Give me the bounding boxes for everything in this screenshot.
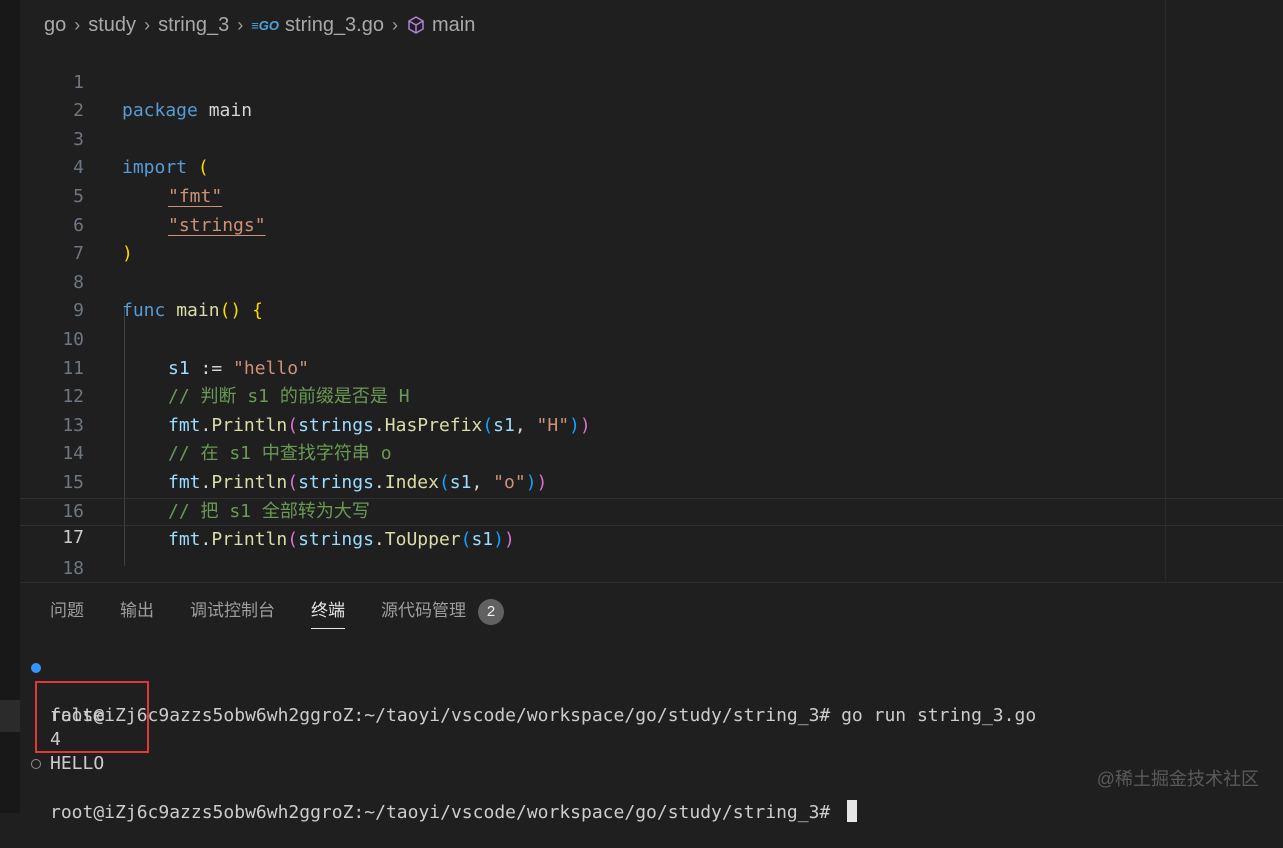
code-line[interactable]: 13 // 在 s1 中查找字符串 o — [20, 383, 1283, 465]
breadcrumb-item-study[interactable]: study — [88, 14, 136, 37]
breadcrumb-item-string-3[interactable]: string_3 — [158, 14, 229, 37]
chevron-right-icon: › — [74, 14, 81, 35]
code-line[interactable]: 1 package main — [20, 40, 1283, 122]
terminal-output[interactable]: root@iZj6c9azzs5obw6wh2ggroZ:~/taoyi/vsc… — [20, 656, 1283, 823]
watermark: @稀土掘金技术社区 — [1096, 769, 1259, 789]
code-line[interactable]: 11 // 判断 s1 的前缀是否是 H — [20, 326, 1283, 408]
panel-tabs: 问题 输出 调试控制台 终端 源代码管理 2 — [50, 597, 504, 629]
terminal-line: HELLO — [20, 728, 1283, 774]
code-line[interactable]: 12 fmt.Println(strings.HasPrefix(s1, "H"… — [20, 355, 1283, 436]
code-line[interactable]: 10 s1 := "hello" — [20, 297, 1283, 379]
code-line[interactable]: 8 func main() { — [20, 240, 1283, 322]
code-line-current[interactable]: 17 — [20, 497, 1283, 548]
code-line[interactable]: 2 — [20, 69, 1283, 121]
terminal-status-dot-icon[interactable] — [31, 663, 41, 673]
code-line[interactable]: 19 — [20, 555, 1283, 582]
tab-debug-console[interactable]: 调试控制台 — [190, 597, 275, 629]
code-area[interactable]: 1 package main 2 3 import ( 4 "fmt" 5 "s… — [20, 40, 1283, 582]
code-line[interactable]: 15 // 把 s1 全部转为大写 — [20, 440, 1283, 522]
go-file-icon: ≡GO — [251, 17, 280, 33]
terminal-line: root@iZj6c9azzs5obw6wh2ggroZ:~/taoyi/vsc… — [20, 752, 1283, 823]
output-highlight-box — [35, 681, 149, 753]
symbol-method-icon — [408, 16, 424, 34]
code-line[interactable]: 14 fmt.Println(strings.Index(s1, "o")) — [20, 412, 1283, 493]
terminal-line: root@iZj6c9azzs5obw6wh2ggroZ:~/taoyi/vsc… — [20, 656, 1283, 726]
chevron-right-icon: › — [392, 14, 398, 35]
code-line[interactable]: 5 "strings" — [20, 154, 1283, 236]
chevron-right-icon: › — [237, 14, 244, 35]
code-line[interactable]: 7 — [20, 212, 1283, 264]
bottom-panel: 问题 输出 调试控制台 终端 源代码管理 2 root@iZj6c9azzs5o… — [20, 582, 1283, 823]
breadcrumb-item-main[interactable]: main — [432, 14, 475, 37]
code-line[interactable]: 9 — [20, 269, 1283, 321]
tab-output[interactable]: 输出 — [120, 597, 154, 629]
chevron-right-icon: › — [144, 14, 151, 35]
tab-problems[interactable]: 问题 — [50, 597, 84, 629]
tab-source-control[interactable]: 源代码管理 — [381, 597, 466, 629]
terminal-line: false — [20, 680, 1283, 726]
breadcrumb: go › study › string_3 › ≡GO string_3.go … — [44, 12, 475, 38]
source-control-badge: 2 — [478, 599, 504, 625]
tab-terminal[interactable]: 终端 — [311, 597, 345, 629]
code-line[interactable]: 18 } — [20, 526, 1283, 579]
cursor-icon — [847, 800, 858, 822]
code-line[interactable]: 3 import ( — [20, 97, 1283, 179]
code-line[interactable]: 6 ) — [20, 183, 1283, 265]
breadcrumb-item-file[interactable]: string_3.go — [285, 14, 384, 37]
code-line[interactable]: 16 fmt.Println(strings.ToUpper(s1)) — [20, 469, 1283, 551]
terminal-status-dot-icon[interactable] — [31, 759, 41, 769]
breadcrumb-item-go[interactable]: go — [44, 14, 66, 37]
activity-bar — [0, 0, 20, 813]
terminal-line: 4 — [20, 704, 1283, 750]
code-line[interactable]: 4 "fmt" — [20, 126, 1283, 207]
code-editor[interactable]: go › study › string_3 › ≡GO string_3.go … — [20, 0, 1283, 582]
activity-bar-marker — [0, 700, 20, 732]
